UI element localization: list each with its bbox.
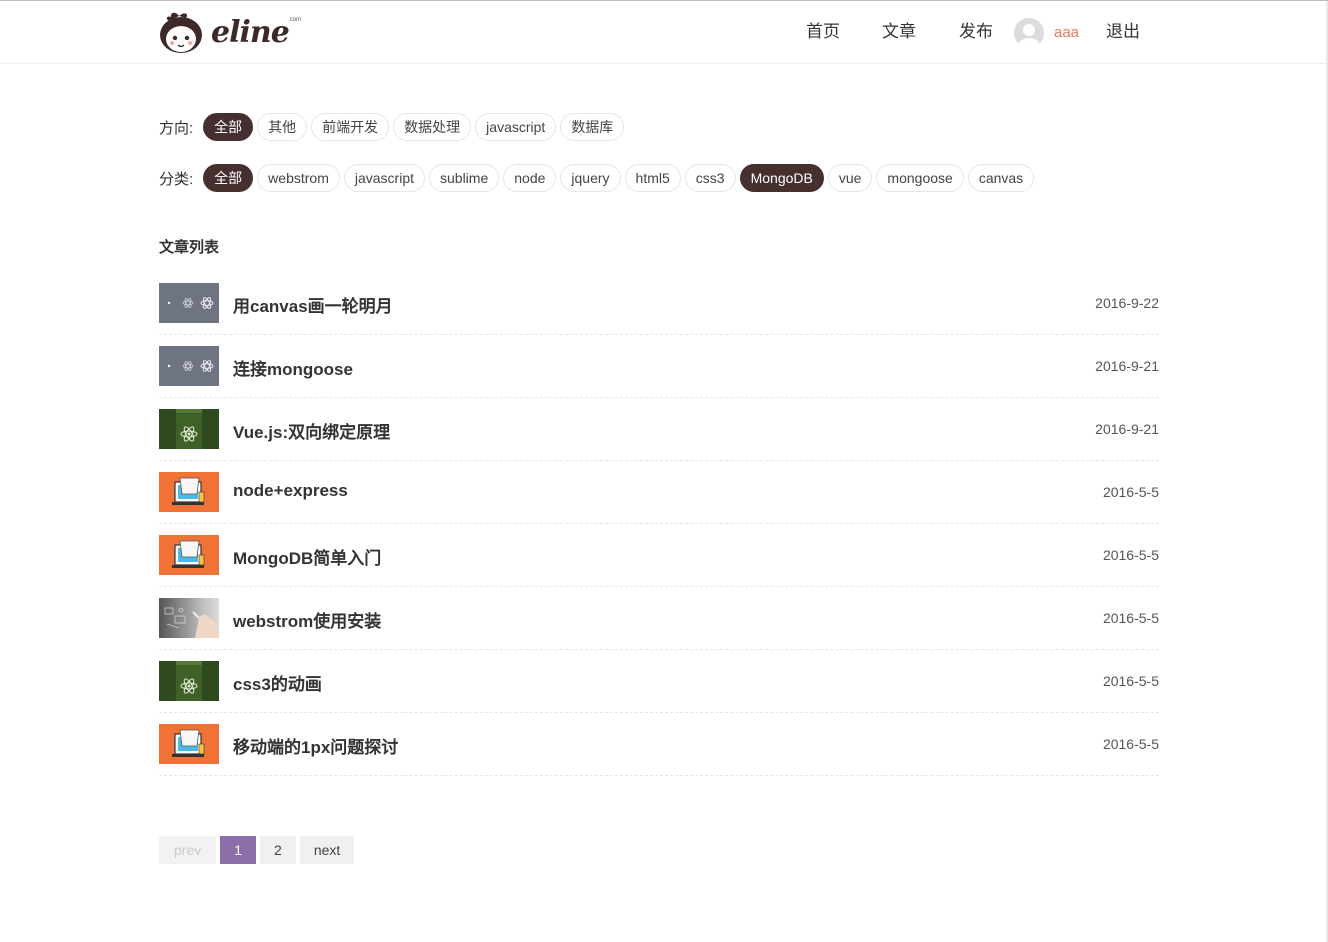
article-date: 2016-9-21 [1095, 421, 1159, 437]
article-item[interactable]: webstrom使用安装 2016-5-5 [159, 587, 1159, 650]
article-item[interactable]: css3的动画 2016-5-5 [159, 650, 1159, 713]
article-item[interactable]: 移动端的1px问题探讨 2016-5-5 [159, 713, 1159, 776]
category-tag-css3[interactable]: css3 [684, 164, 736, 192]
react-bin-icon [176, 409, 202, 449]
direction-tag-javascript[interactable]: javascript [475, 113, 557, 141]
page-1-button[interactable]: 1 [220, 836, 257, 864]
direction-tag-all[interactable]: 全部 [203, 113, 254, 141]
article-item[interactable]: node+express 2016-5-5 [159, 461, 1159, 524]
article-list: 用canvas画一轮明月 2016-9-22 连接mongoose 2016-9… [159, 272, 1159, 776]
category-tag-javascript[interactable]: javascript [343, 164, 425, 192]
category-tag-webstrom[interactable]: webstrom [257, 164, 340, 192]
category-label: 分类: [159, 170, 194, 188]
logo[interactable]: eline com [159, 10, 301, 54]
nav-home[interactable]: 首页 [806, 19, 840, 45]
article-title[interactable]: MongoDB简单入门 [233, 544, 381, 569]
nav-articles[interactable]: 文章 [882, 19, 916, 45]
user-avatar[interactable] [1014, 18, 1044, 48]
hand-drawing-photo-icon [164, 607, 219, 638]
article-thumbnail[interactable] [159, 283, 219, 323]
logo-sup: com [289, 17, 302, 23]
laptop-code-icon [172, 729, 205, 757]
laptop-code-icon [172, 540, 205, 568]
prev-page-button[interactable]: prev [159, 836, 217, 864]
article-date: 2016-5-5 [1102, 610, 1159, 626]
nav-publish[interactable]: 发布 [959, 19, 993, 45]
direction-tag-other[interactable]: 其他 [257, 113, 308, 141]
category-tag-canvas[interactable]: canvas [967, 164, 1035, 192]
direction-tag-data-processing[interactable]: 数据处理 [393, 113, 472, 141]
react-atoms-icon [167, 297, 214, 309]
direction-tag-frontend[interactable]: 前端开发 [311, 113, 390, 141]
react-atoms-icon [167, 360, 214, 372]
article-date: 2016-5-5 [1102, 484, 1159, 500]
next-page-button[interactable]: next [299, 836, 355, 864]
article-list-title: 文章列表 [159, 239, 220, 256]
article-date: 2016-5-5 [1102, 547, 1159, 563]
pagination: prev 1 2 next [159, 836, 358, 864]
laptop-code-icon [172, 477, 205, 505]
direction-filter: 方向: 全部 其他 前端开发 数据处理 javascript 数据库 [159, 112, 628, 142]
direction-label: 方向: [159, 119, 194, 137]
article-title[interactable]: 移动端的1px问题探讨 [233, 733, 398, 758]
article-item[interactable]: 用canvas画一轮明月 2016-9-22 [159, 272, 1159, 335]
category-tag-mongoose[interactable]: mongoose [876, 164, 964, 192]
username[interactable]: aaa [1054, 19, 1079, 47]
article-date: 2016-9-21 [1095, 358, 1159, 374]
category-tag-sublime[interactable]: sublime [429, 164, 500, 192]
article-thumbnail[interactable] [159, 409, 219, 449]
category-tag-all[interactable]: 全部 [203, 164, 254, 192]
category-tag-vue[interactable]: vue [827, 164, 873, 192]
logo-text: eline [211, 14, 290, 50]
react-bin-icon [176, 661, 202, 701]
article-thumbnail[interactable] [159, 661, 219, 701]
article-title[interactable]: css3的动画 [233, 670, 322, 695]
direction-tag-database[interactable]: 数据库 [560, 113, 625, 141]
article-date: 2016-5-5 [1102, 673, 1159, 689]
top-header: eline com 首页 文章 发布 退出 aaa [0, 1, 1326, 64]
article-date: 2016-9-22 [1095, 295, 1159, 311]
page-2-button[interactable]: 2 [260, 836, 296, 864]
article-date: 2016-5-5 [1102, 736, 1159, 752]
article-title[interactable]: webstrom使用安装 [233, 607, 381, 632]
article-thumbnail[interactable] [159, 724, 219, 764]
category-tag-node[interactable]: node [503, 164, 557, 192]
article-thumbnail[interactable] [159, 346, 219, 386]
article-title[interactable]: node+express [233, 481, 348, 501]
article-item[interactable]: 连接mongoose 2016-9-21 [159, 335, 1159, 398]
category-filter: 分类: 全部 webstrom javascript sublime node … [159, 163, 1038, 193]
logo-girl-icon [160, 12, 202, 53]
category-tag-mongodb[interactable]: MongoDB [739, 164, 824, 192]
article-thumbnail[interactable] [159, 472, 219, 512]
category-tag-html5[interactable]: html5 [624, 164, 681, 192]
article-title[interactable]: 连接mongoose [233, 355, 353, 380]
user-avatar-icon [1014, 18, 1044, 48]
article-title[interactable]: 用canvas画一轮明月 [233, 292, 393, 317]
article-item[interactable]: Vue.js:双向绑定原理 2016-9-21 [159, 398, 1159, 461]
nav-logout[interactable]: 退出 [1106, 19, 1140, 45]
article-thumbnail[interactable] [159, 598, 219, 638]
article-thumbnail[interactable] [159, 535, 219, 575]
category-tag-jquery[interactable]: jquery [560, 164, 621, 192]
article-item[interactable]: MongoDB简单入门 2016-5-5 [159, 524, 1159, 587]
article-title[interactable]: Vue.js:双向绑定原理 [233, 418, 390, 443]
